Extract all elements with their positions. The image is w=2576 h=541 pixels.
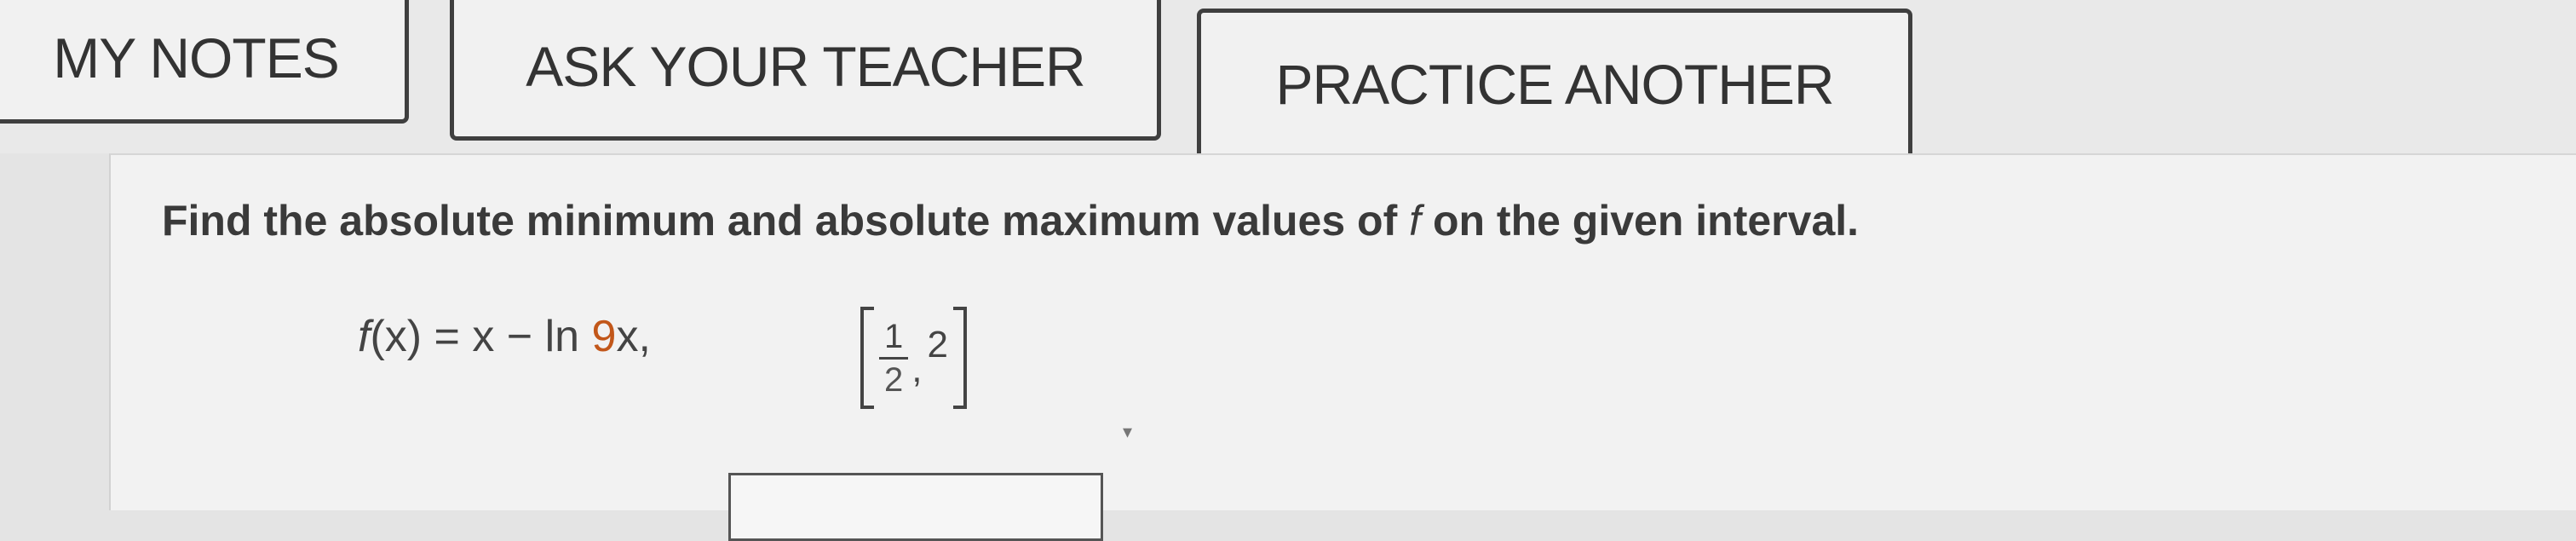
- formula-coefficient: 9: [591, 312, 617, 361]
- lower-bound-fraction: 1 2: [879, 319, 909, 399]
- answer-input[interactable]: [728, 473, 1103, 541]
- my-notes-button[interactable]: MY NOTES: [0, 0, 409, 124]
- caret-icon: ▾: [1123, 421, 1133, 442]
- ask-your-teacher-button[interactable]: ASK YOUR TEACHER: [450, 0, 1161, 141]
- interval: 1 2 , 2: [860, 302, 967, 413]
- prompt-before-text: Find the absolute minimum and absolute m…: [162, 197, 1410, 245]
- question-prompt: Find the absolute minimum and absolute m…: [162, 196, 1859, 245]
- fraction-denominator: 2: [884, 360, 904, 399]
- right-bracket: [952, 307, 967, 409]
- fraction-numerator: 1: [879, 319, 909, 360]
- formula-rhs: x,: [616, 312, 651, 361]
- left-bracket: [860, 307, 874, 409]
- function-formula: f(x) = x − ln 9x,: [358, 311, 651, 362]
- prompt-after-text: on the given interval.: [1421, 197, 1860, 245]
- prompt-function-name: f: [1409, 197, 1422, 245]
- formula-function-name: f: [358, 312, 371, 361]
- upper-bound: 2: [927, 324, 948, 365]
- formula-lhs: (x) = x − ln: [370, 312, 592, 361]
- practice-another-button[interactable]: PRACTICE ANOTHER: [1197, 9, 1912, 160]
- interval-separator: ,: [911, 348, 923, 390]
